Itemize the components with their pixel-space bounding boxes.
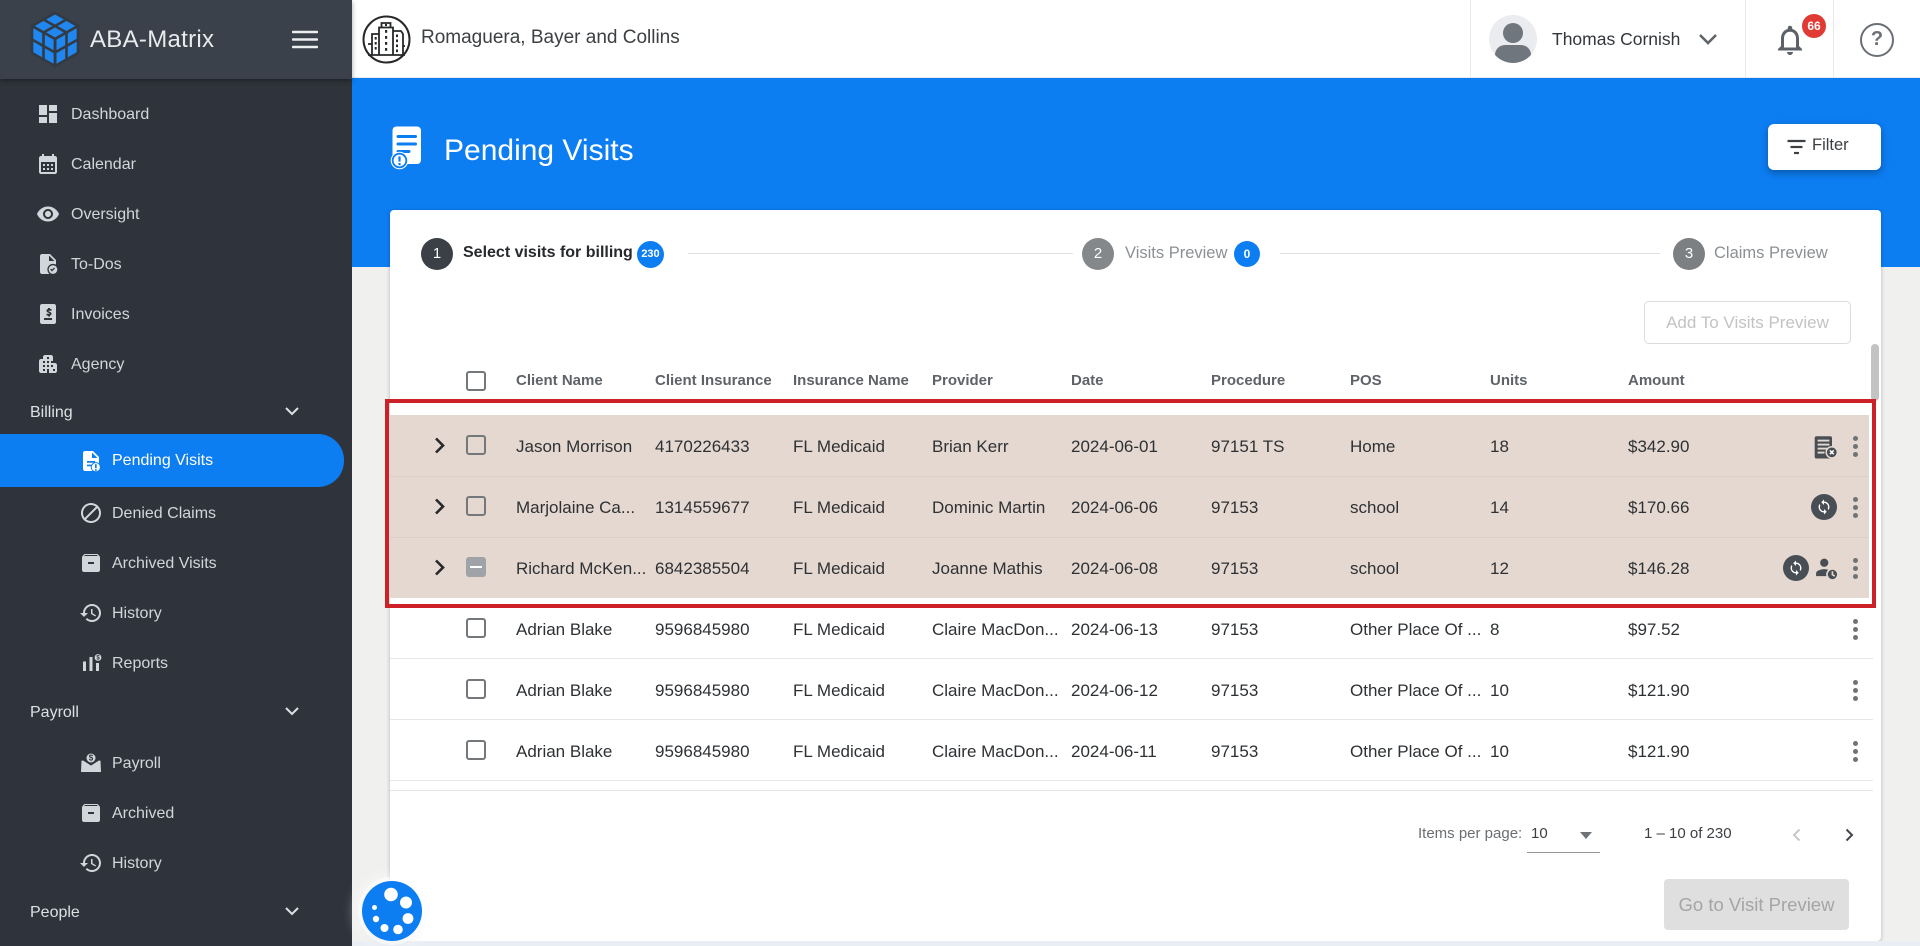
svg-text:$: $	[89, 754, 94, 763]
